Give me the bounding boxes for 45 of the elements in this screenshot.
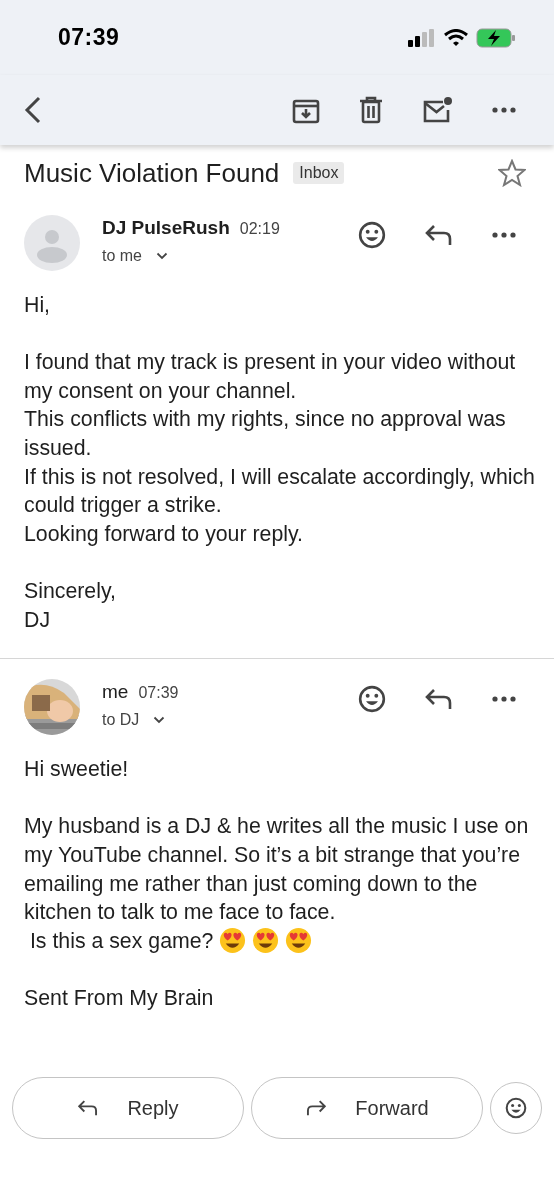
recipients-text: to DJ [102, 711, 140, 730]
body-text: This conflicts with my rights, since no approval was issued. [24, 406, 507, 462]
clock-time: 07:39 [58, 24, 120, 51]
inbox-label: Inbox [293, 162, 345, 184]
message-time: 02:19 [239, 220, 280, 238]
more-icon[interactable] [492, 696, 516, 703]
sender-name: me [102, 681, 129, 704]
star-icon[interactable] [498, 159, 526, 187]
body-text: My husband is a DJ & he writes all the music I use on my YouTube channel. So it’s a bit strange that you’re emailing me rather than just coming down to the kitchen to talk to me face to face. [24, 813, 530, 927]
avatar-icon [24, 215, 80, 271]
recipients-text: to me [102, 247, 142, 265]
smiley-icon [505, 1097, 527, 1119]
body-text: Hi sweetie! [24, 756, 129, 784]
body-text: If this is not resolved, I will escalate accordingly, which could trigger a strike. [24, 463, 536, 520]
body-text: Is this a sex game? [28, 927, 214, 955]
email-subject: Music Violation Found [24, 157, 280, 189]
body-text: I found that my track is present in your video without my consent on your channel. [24, 349, 517, 405]
heart-eyes-emoji-icon [219, 927, 247, 955]
body-text: DJ [24, 606, 51, 634]
caret-icon[interactable] [153, 716, 166, 725]
heart-eyes-emoji-icon [252, 927, 280, 955]
battery-charging-icon [476, 27, 516, 48]
wifi-icon [444, 28, 468, 47]
body-text: Sincerely, [24, 577, 116, 605]
trash-icon[interactable] [358, 96, 384, 124]
reply-button[interactable]: Reply [12, 1077, 244, 1139]
body-text: Looking forward to your reply. [24, 520, 303, 548]
message-time: 07:39 [138, 684, 179, 703]
sender-name: DJ PulseRush [102, 217, 230, 239]
reply-icon[interactable] [77, 1099, 100, 1117]
forward-button[interactable]: Forward [251, 1077, 483, 1139]
reply-icon[interactable] [424, 223, 454, 247]
mail-unread-icon[interactable] [422, 96, 454, 124]
more-icon[interactable] [492, 107, 516, 113]
caret-icon[interactable] [156, 252, 168, 260]
emoji-reaction-icon[interactable] [358, 221, 386, 249]
body-text: Sent From My Brain [24, 984, 214, 1012]
forward-icon[interactable] [305, 1099, 328, 1117]
back-icon[interactable] [24, 96, 42, 124]
signal-icon [408, 28, 436, 47]
reply-icon[interactable] [424, 687, 454, 712]
heart-eyes-emoji-icon [285, 927, 313, 955]
emoji-reaction-icon[interactable] [358, 685, 386, 714]
body-text: Hi, [24, 292, 51, 319]
more-icon[interactable] [492, 232, 516, 238]
